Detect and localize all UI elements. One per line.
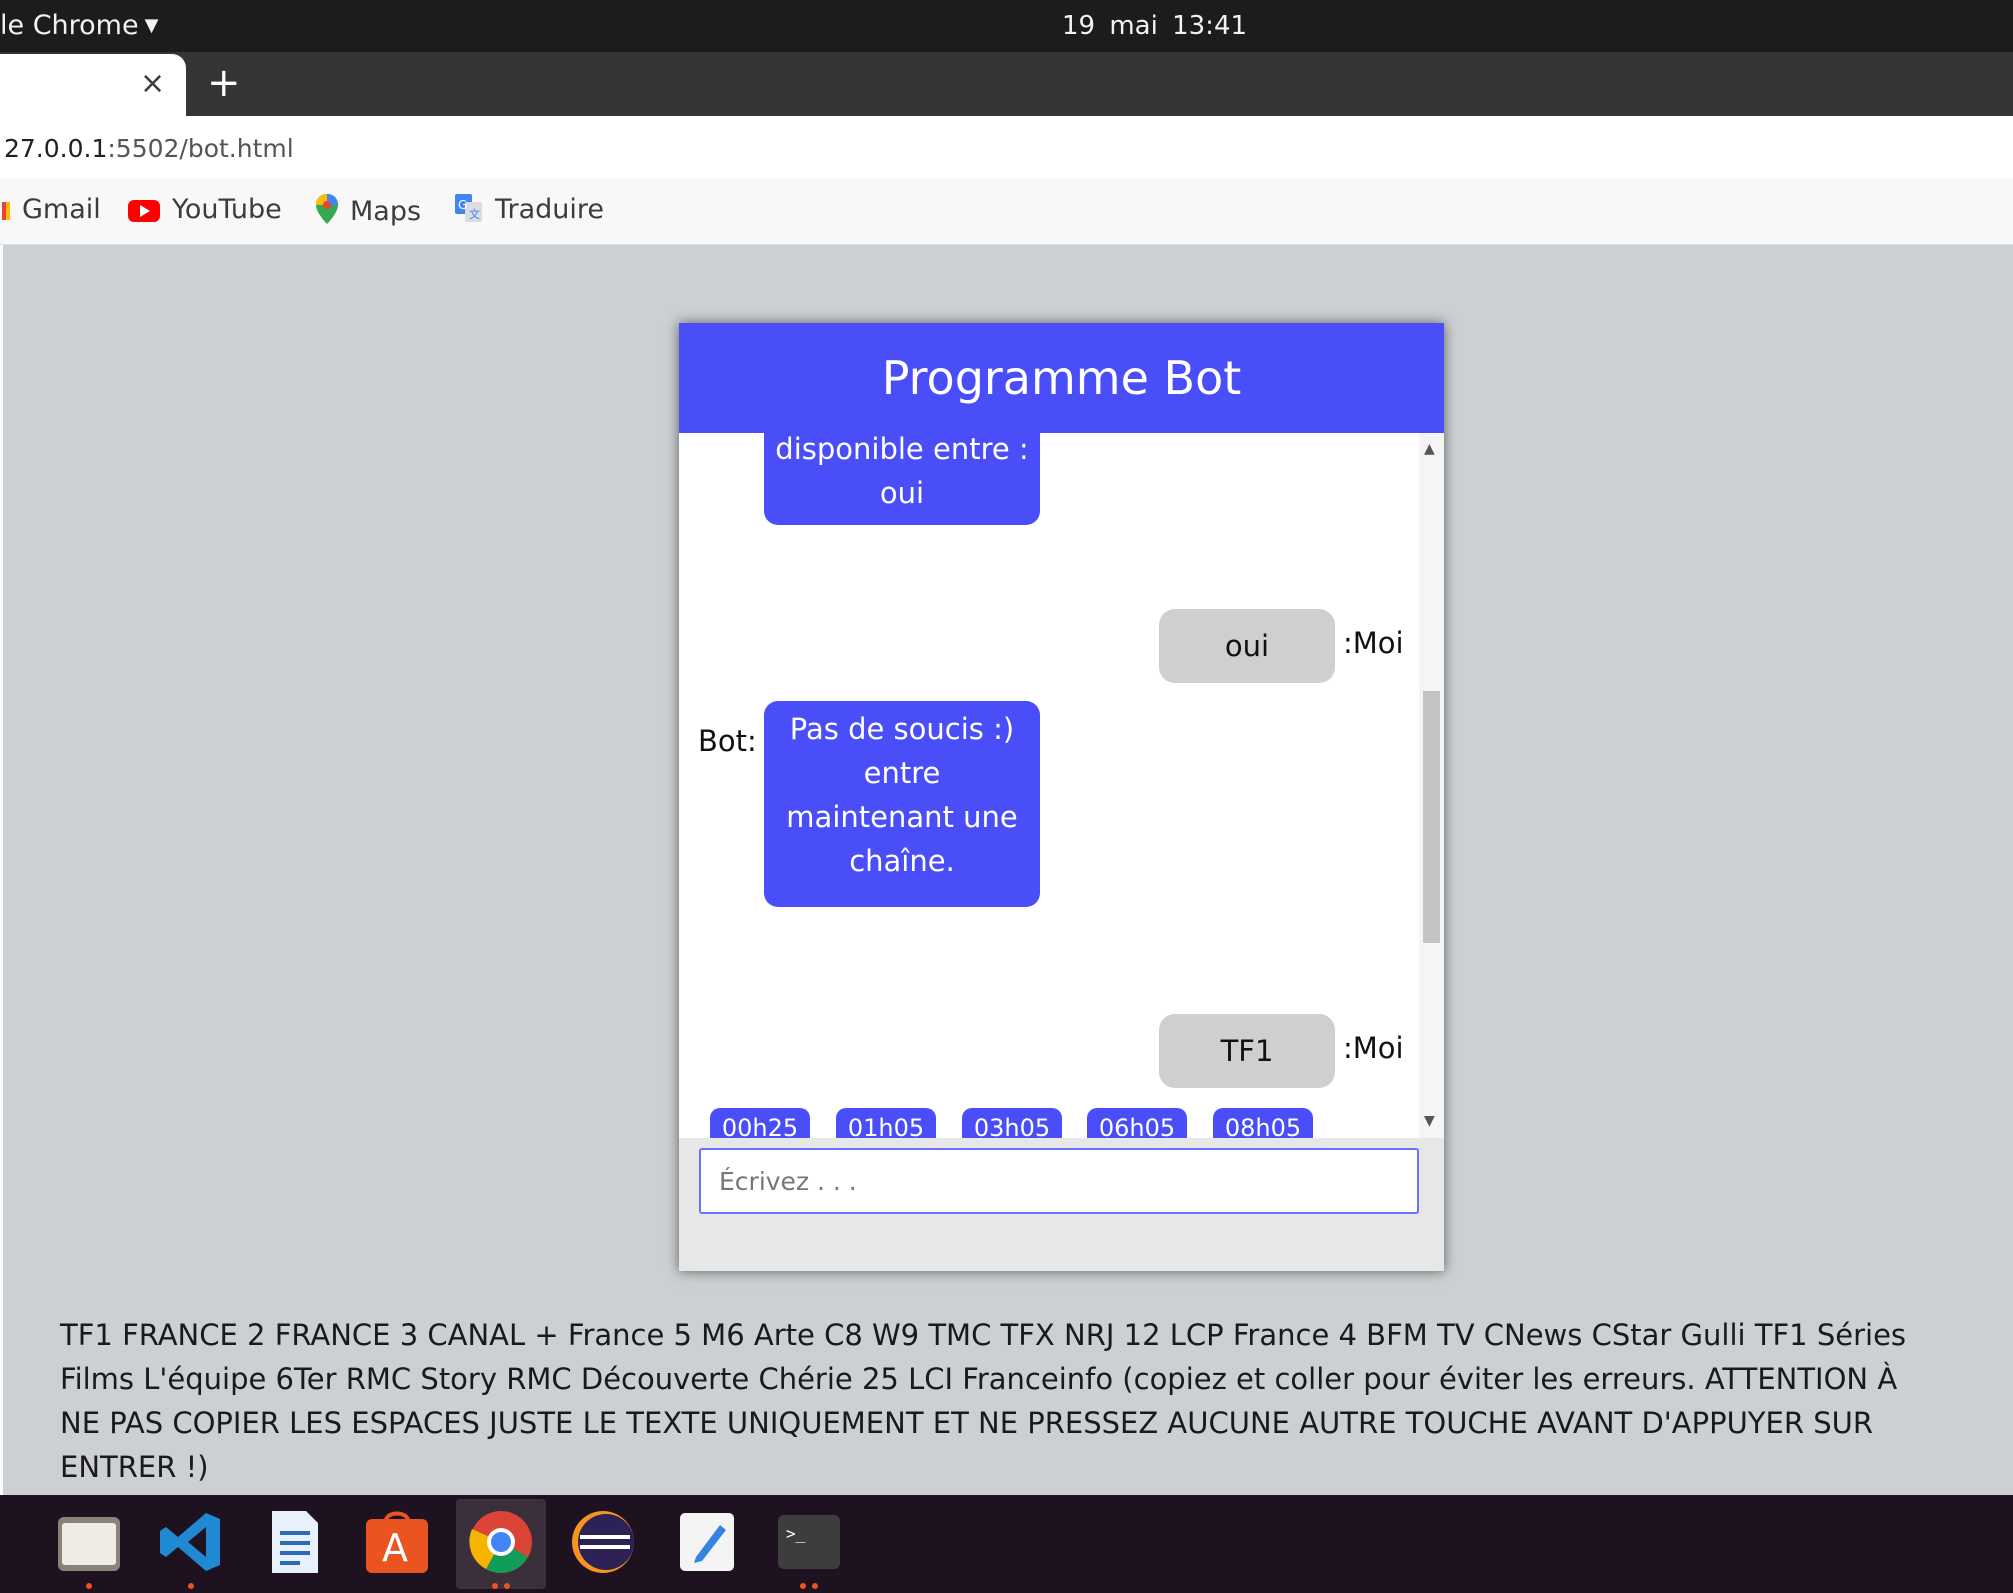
bot-message: disponible entre : oui	[764, 433, 1040, 525]
time-option-button[interactable]: 00h25	[710, 1108, 810, 1138]
vscode-icon[interactable]	[158, 1509, 224, 1575]
running-indicator	[86, 1583, 92, 1589]
bookmark-youtube[interactable]: YouTube	[128, 194, 282, 229]
user-label: :Moi	[1343, 1031, 1404, 1065]
user-message: oui	[1159, 609, 1335, 683]
bookmark-maps[interactable]: Maps	[316, 194, 421, 231]
bookmark-label: YouTube	[172, 194, 282, 225]
tab-strip: × +	[0, 52, 2013, 116]
app-menu[interactable]: le Chrome ▼	[0, 10, 158, 41]
svg-text:A: A	[382, 1526, 408, 1570]
terminal-icon[interactable]: >_	[776, 1509, 842, 1575]
svg-text:>_: >_	[786, 1524, 806, 1543]
running-indicator	[800, 1583, 806, 1589]
text-editor-icon[interactable]	[674, 1509, 740, 1575]
bot-label: Bot:	[698, 724, 757, 758]
running-indicator	[492, 1583, 498, 1589]
app-menu-label: le Chrome	[0, 10, 139, 41]
time-option-button[interactable]: 08h05	[1213, 1108, 1313, 1138]
address-bar[interactable]: 27.0.0.1:5502/bot.html	[0, 116, 2013, 178]
bookmark-label: Maps	[350, 196, 422, 227]
clock[interactable]: 19 mai 13:41	[1062, 11, 1247, 41]
bookmark-label: Traduire	[495, 194, 605, 225]
url-field[interactable]: 27.0.0.1:5502/bot.html	[4, 134, 294, 163]
youtube-icon	[128, 198, 160, 229]
bookmark-label: Gmail	[22, 194, 101, 225]
scroll-up-icon[interactable]: ▲	[1424, 441, 1435, 457]
writer-icon[interactable]	[262, 1509, 328, 1575]
running-indicator	[504, 1583, 510, 1589]
browser-tab[interactable]: ×	[0, 54, 186, 116]
bookmarks-bar: Gmail YouTube Maps G文 Traduire	[0, 178, 2013, 245]
message-list[interactable]: disponible entre : oui oui :Moi Bot: Pas…	[679, 433, 1444, 1138]
bookmark-gmail[interactable]: Gmail	[2, 194, 101, 229]
page-viewport: Programme Bot disponible entre : oui oui…	[3, 245, 2013, 1495]
bot-message: Pas de soucis :) entre maintenant une ch…	[764, 701, 1040, 907]
time-option-button[interactable]: 01h05	[836, 1108, 936, 1138]
chat-title: Programme Bot	[679, 323, 1444, 433]
user-message: TF1	[1159, 1014, 1335, 1088]
time-option-button[interactable]: 06h05	[1087, 1108, 1187, 1138]
running-indicator	[188, 1583, 194, 1589]
message-text: disponible entre : oui	[775, 433, 1029, 510]
message-input[interactable]	[699, 1148, 1419, 1214]
files-icon[interactable]	[56, 1513, 122, 1579]
channel-list-text: TF1 FRANCE 2 FRANCE 3 CANAL + France 5 M…	[60, 1318, 1907, 1484]
translate-icon: G文	[455, 194, 483, 229]
chat-window: Programme Bot disponible entre : oui oui…	[679, 323, 1444, 1271]
caret-down-icon: ▼	[144, 15, 159, 36]
svg-text:G: G	[458, 198, 467, 212]
time-option-button[interactable]: 03h05	[962, 1108, 1062, 1138]
software-center-icon[interactable]: A	[364, 1509, 430, 1575]
new-tab-button[interactable]: +	[207, 60, 241, 106]
user-label: :Moi	[1343, 626, 1404, 660]
close-icon[interactable]: ×	[140, 66, 165, 101]
url-path: :5502/bot.html	[107, 134, 294, 163]
dock: A >_	[0, 1495, 2013, 1593]
gmail-icon	[2, 198, 10, 229]
running-indicator	[812, 1583, 818, 1589]
chrome-icon[interactable]	[468, 1509, 534, 1575]
system-top-bar: le Chrome ▼ 19 mai 13:41	[0, 0, 2013, 52]
eclipse-icon[interactable]	[570, 1509, 636, 1575]
scroll-down-icon[interactable]: ▼	[1424, 1113, 1435, 1129]
scrollbar-thumb[interactable]	[1423, 691, 1440, 943]
svg-text:文: 文	[469, 207, 480, 221]
chat-input-area	[679, 1138, 1444, 1271]
maps-icon	[316, 194, 338, 231]
bookmark-translate[interactable]: G文 Traduire	[455, 194, 604, 229]
url-host: 27.0.0.1	[4, 134, 108, 163]
